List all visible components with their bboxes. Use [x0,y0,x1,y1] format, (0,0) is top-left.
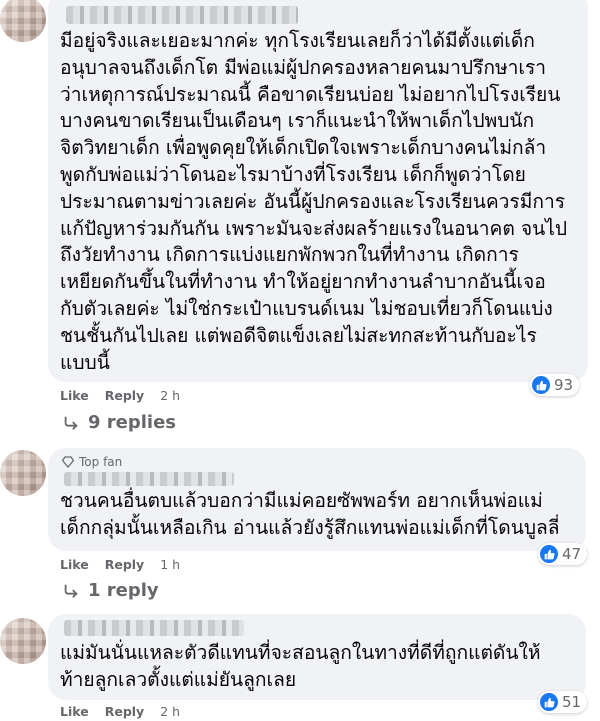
comment-line: จิตวิทยาเด็ก เพื่อพูดคุยให้เด็กเปิดใจเพร… [60,136,547,160]
comment-line: บางคนขาดเรียนเป็นเดือนๆ เราก็แนะนำให้พาเ… [60,109,535,133]
reaction-count: 93 [554,376,574,394]
comment-line: มีอยู่จริงและเยอะมากค่ะ ทุกโรงเรียนเลยก็… [60,29,535,52]
commenter-avatar[interactable] [0,450,46,496]
like-button[interactable]: Like [60,557,89,572]
comment-line: ประมาณตามข่าวเลยค่ะ อันนี้ผู้ปกครองและโร… [60,189,566,213]
commenter-avatar[interactable] [0,0,46,42]
comment-line: อนุบาลจนถึงเด็กโต มีพ่อแม่ผู้ปกครองหลายค… [60,55,547,79]
top-fan-diamond-icon [62,456,74,468]
comment-line: ท้ายลูกเลวตั้งแต่แม่ยันลูกเลย [60,667,297,691]
view-replies-link[interactable]: 9 replies [62,412,176,433]
reaction-count: 47 [562,545,582,563]
reply-button[interactable]: Reply [105,704,144,719]
comment-time[interactable]: 1 h [160,557,180,572]
replies-count-label[interactable]: 9 replies [88,412,176,433]
like-thumb-icon [540,693,558,711]
commenter-avatar[interactable] [0,618,46,664]
comment-line: เหยียดกันขึ้นในที่ทำงาน ทำให้อยู่ยากทำงา… [60,270,546,294]
like-thumb-icon [540,545,558,563]
comment-line: ถึงวัยทำงาน เกิดการแบ่งแยกพักพวกในที่ทำง… [60,243,519,267]
comment-time[interactable]: 2 h [160,704,180,719]
reaction-summary[interactable]: 51 [538,691,588,713]
commenter-name[interactable] [66,6,298,24]
comment-line: ชวนคนอื่นตบแล้วบอกว่ามีแม่คอยซัพพอร์ท อย… [60,489,543,512]
comment-time[interactable]: 2 h [160,388,180,403]
comment-line: เด็กกลุ่มนั้นเหลือเกิน อ่านแล้วยังรู้สึก… [60,515,560,539]
reply-button[interactable]: Reply [105,388,144,403]
comment-line: แม่มันนั่นแหละตัวดีแทนที่จะสอนลูกในทางที… [60,641,541,664]
comment-line: กับตัวเลยค่ะ ไม่ใช่กระเป๋าแบรนด์เนม ไม่ช… [60,296,553,320]
like-button[interactable]: Like [60,704,89,719]
comment-text: ชวนคนอื่นตบแล้วบอกว่ามีแม่คอยซัพพอร์ท อย… [60,488,560,542]
comment-actions: Like Reply 2 h [60,704,180,719]
comment-line: ว่าเหตุการณ์ประมาณนี้ คือขาดเรียนบ่อย ไม… [60,82,561,106]
like-thumb-icon [532,376,550,394]
reply-button[interactable]: Reply [105,557,144,572]
comment-actions: Like Reply 1 h [60,557,180,572]
commenter-name[interactable] [64,620,244,636]
commenter-name[interactable] [64,472,234,486]
comment-actions: Like Reply 2 h [60,388,180,403]
reaction-count: 51 [562,693,582,711]
comment-line: แบบนี้ [60,350,110,374]
reaction-summary[interactable]: 47 [538,543,588,565]
replies-count-label[interactable]: 1 reply [88,580,159,601]
comment-line: แก้ปัญหาร่วมกันกัน เพราะมันจะส่งผลร้ายแร… [60,216,568,240]
top-fan-badge: Top fan [62,455,122,469]
like-button[interactable]: Like [60,388,89,403]
reply-arrow-icon [64,584,78,598]
comment-line: พูดกับพ่อแม่ว่าโดนอะไรมาบ้างที่โรงเรียน … [60,162,526,186]
reply-arrow-icon [64,416,78,430]
top-fan-label: Top fan [79,455,123,469]
view-replies-link[interactable]: 1 reply [62,580,159,601]
comment-text: มีอยู่จริงและเยอะมากค่ะ ทุกโรงเรียนเลยก็… [60,28,567,376]
reaction-summary[interactable]: 93 [530,374,580,396]
comment-text: แม่มันนั่นแหละตัวดีแทนที่จะสอนลูกในทางที… [60,640,541,694]
comment-line: ชนชั้นกันไปเลย แต่พอดีจิตแข็งเลยไม่สะทกส… [60,323,537,347]
